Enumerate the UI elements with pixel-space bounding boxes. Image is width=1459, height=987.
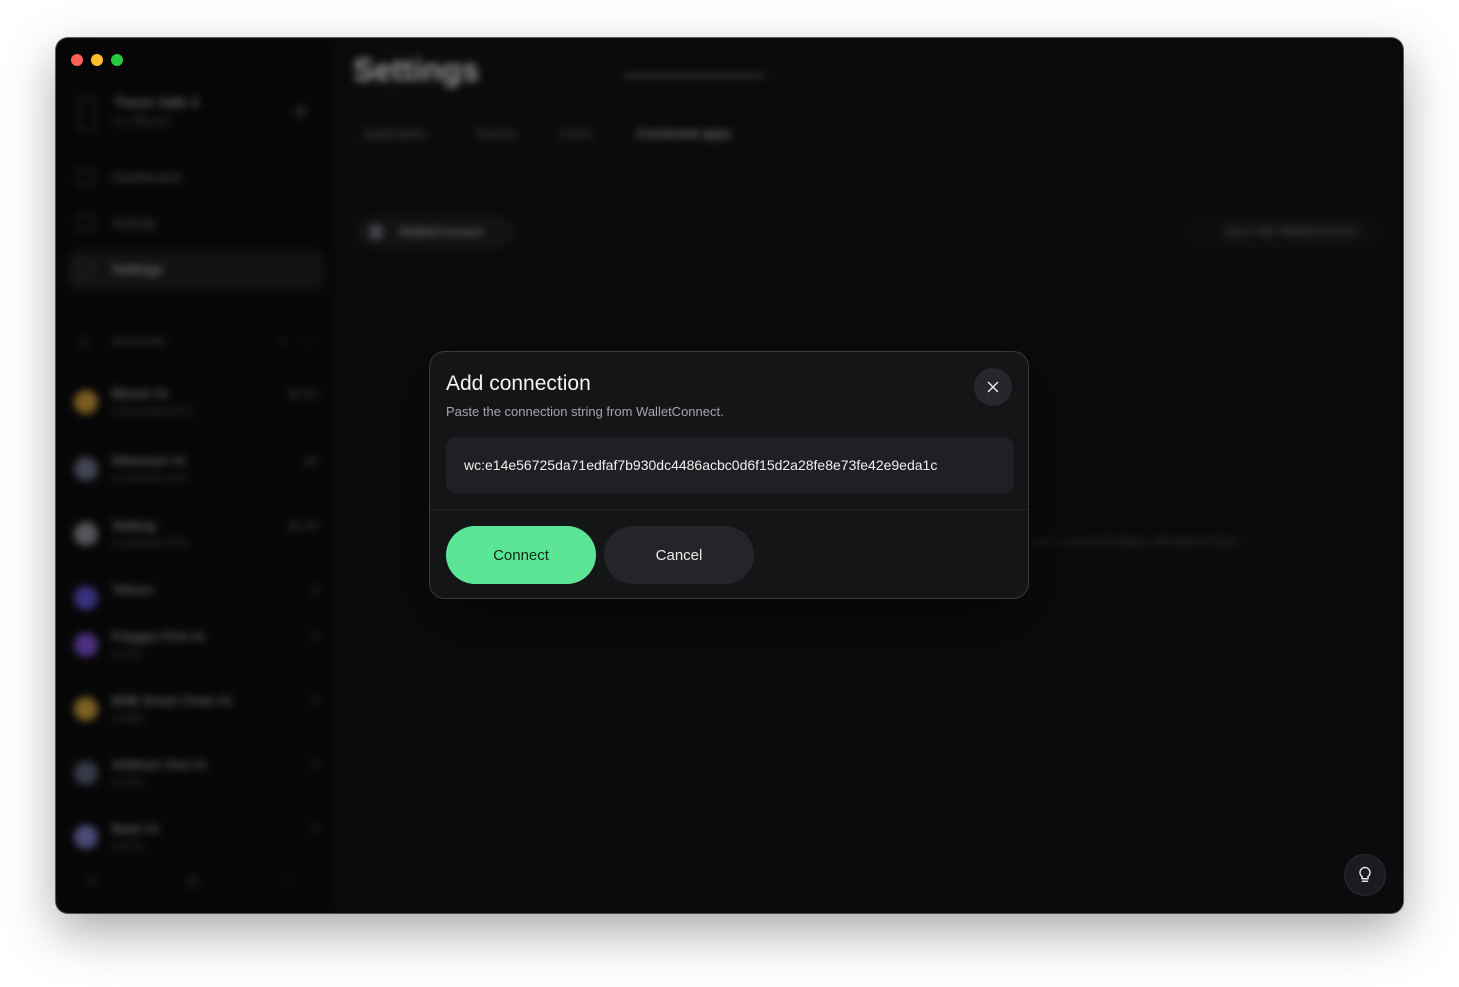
add-connection-dialog: Add connection Paste the connection stri… xyxy=(429,351,1029,599)
dialog-divider xyxy=(430,509,1028,510)
minimize-window-button[interactable] xyxy=(91,54,103,66)
app-window: Trezor Safe 3 0.1 Bitcoin ⚙ Dashboard Ac… xyxy=(56,38,1403,913)
close-dialog-button[interactable] xyxy=(974,368,1012,406)
dialog-title: Add connection xyxy=(446,372,591,395)
connection-string-input[interactable] xyxy=(446,437,1014,493)
cancel-button[interactable]: Cancel xyxy=(604,526,754,584)
close-window-button[interactable] xyxy=(71,54,83,66)
help-button[interactable] xyxy=(1345,855,1385,895)
window-controls xyxy=(71,54,123,66)
connect-button[interactable]: Connect xyxy=(446,526,596,584)
close-icon xyxy=(987,381,999,393)
zoom-window-button[interactable] xyxy=(111,54,123,66)
dialog-subtitle: Paste the connection string from WalletC… xyxy=(446,404,724,419)
lightbulb-icon xyxy=(1359,866,1371,882)
